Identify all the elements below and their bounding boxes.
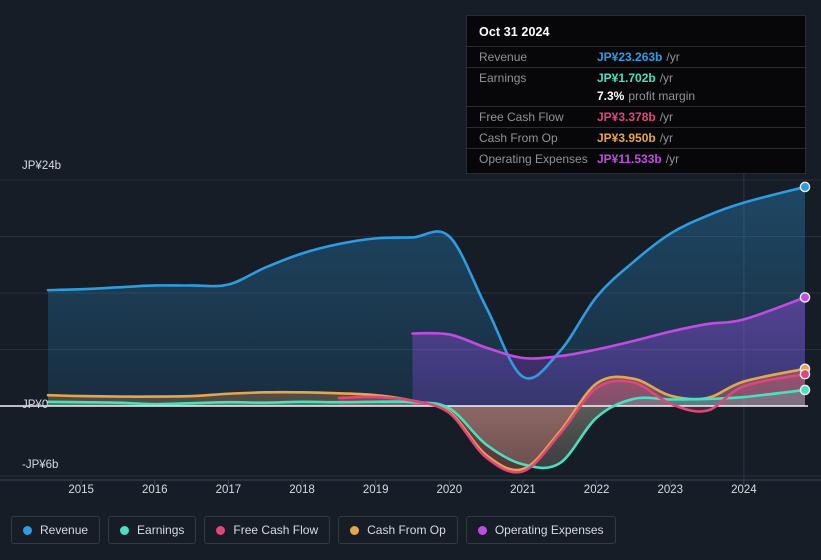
tooltip-label: Revenue [479,50,528,64]
legend-item-label: Free Cash Flow [233,523,319,537]
tooltip-spacer: . [479,89,597,103]
y-axis-label-top: JP¥24b [22,160,62,172]
tooltip-row-earnings: Earnings JP¥1.702b/yr [467,67,805,88]
financial-chart: JP¥24b JP¥0 -JP¥6b 2015 2016 2017 2018 2019 2… [0,0,821,560]
tooltip-unit: /yr [659,131,674,145]
legend-color-dot-icon [350,525,360,535]
legend-color-dot-icon [120,525,130,535]
tooltip-row-operating-expenses: Operating Expenses JP¥11.533b/yr [467,148,805,169]
x-axis-tick-2016: 2016 [141,484,168,496]
tooltip-unit: /yr [666,50,680,64]
x-axis-tick-2023: 2023 [657,484,684,496]
y-axis-label-bottom: -JP¥6b [22,459,59,471]
x-axis-tick-2015: 2015 [68,484,94,496]
legend-item-free-cash-flow[interactable]: Free Cash Flow [204,516,331,544]
tooltip-unit: /yr [665,152,680,166]
legend-color-dot-icon [23,525,32,535]
tooltip-date: Oct 31 2024 [479,25,550,39]
profit-margin-value: 7.3% [597,89,625,103]
tooltip-profit-margin-row: .7.3%profit margin [467,88,805,106]
chart-legend[interactable]: Revenue Earnings Free Cash Flow Cash From O… [11,516,616,544]
tooltip-value: JP¥23.263b [597,50,663,64]
y-axis-label-zero: JP¥0 [22,399,49,411]
x-axis-tick-2022: 2022 [583,484,610,496]
tooltip-value: JP¥3.950b [597,131,656,145]
tooltip-label: Earnings [479,71,527,85]
tooltip-label: Free Cash Flow [479,110,564,124]
tooltip-value: JP¥1.702b [597,71,656,85]
tooltip-label: Cash From Op [479,131,558,145]
legend-item-operating-expenses[interactable]: Operating Expenses [465,516,616,544]
tooltip-value: JP¥11.533b [597,152,662,166]
legend-item-label: Revenue [40,523,89,537]
series-areas [48,186,805,473]
x-axis-tick-2024: 2024 [731,484,757,496]
tooltip-unit: /yr [659,110,674,124]
legend-item-label: Operating Expenses [494,523,604,537]
x-axis-line [0,479,821,485]
legend-item-label: Cash From Op [367,523,446,537]
legend-item-earnings[interactable]: Earnings [108,516,197,544]
tooltip-row-revenue: Revenue JP¥23.263b/yr [467,46,805,67]
x-axis-tick-2017: 2017 [215,484,242,496]
legend-color-dot-icon [477,525,487,535]
x-axis-tick-2019: 2019 [362,484,389,496]
legend-item-revenue[interactable]: Revenue [11,516,101,544]
x-axis-tick-2021: 2021 [510,484,536,496]
tooltip-value: JP¥3.378b [597,110,656,124]
profit-margin-label: profit margin [628,89,696,103]
data-tooltip: Oct 31 2024 Revenue JP¥23.263b/yr Earnings… [466,15,806,174]
tooltip-row-cash-from-op: Cash From Op JP¥3.950b/yr [467,127,805,148]
x-axis-tick-2020: 2020 [436,484,463,496]
legend-item-label: Earnings [137,523,185,537]
x-axis-tick-2018: 2018 [289,484,315,496]
legend-color-dot-icon [216,525,226,535]
tooltip-row-free-cash-flow: Free Cash Flow JP¥3.378b/yr [467,106,805,127]
tooltip-rows: Revenue JP¥23.263b/yr Earnings JP¥1.702b/yr… [467,46,805,169]
tooltip-label: Operating Expenses [479,152,588,166]
legend-item-cash-from-op[interactable]: Cash From Op [338,516,458,544]
tooltip-unit: /yr [659,71,674,85]
